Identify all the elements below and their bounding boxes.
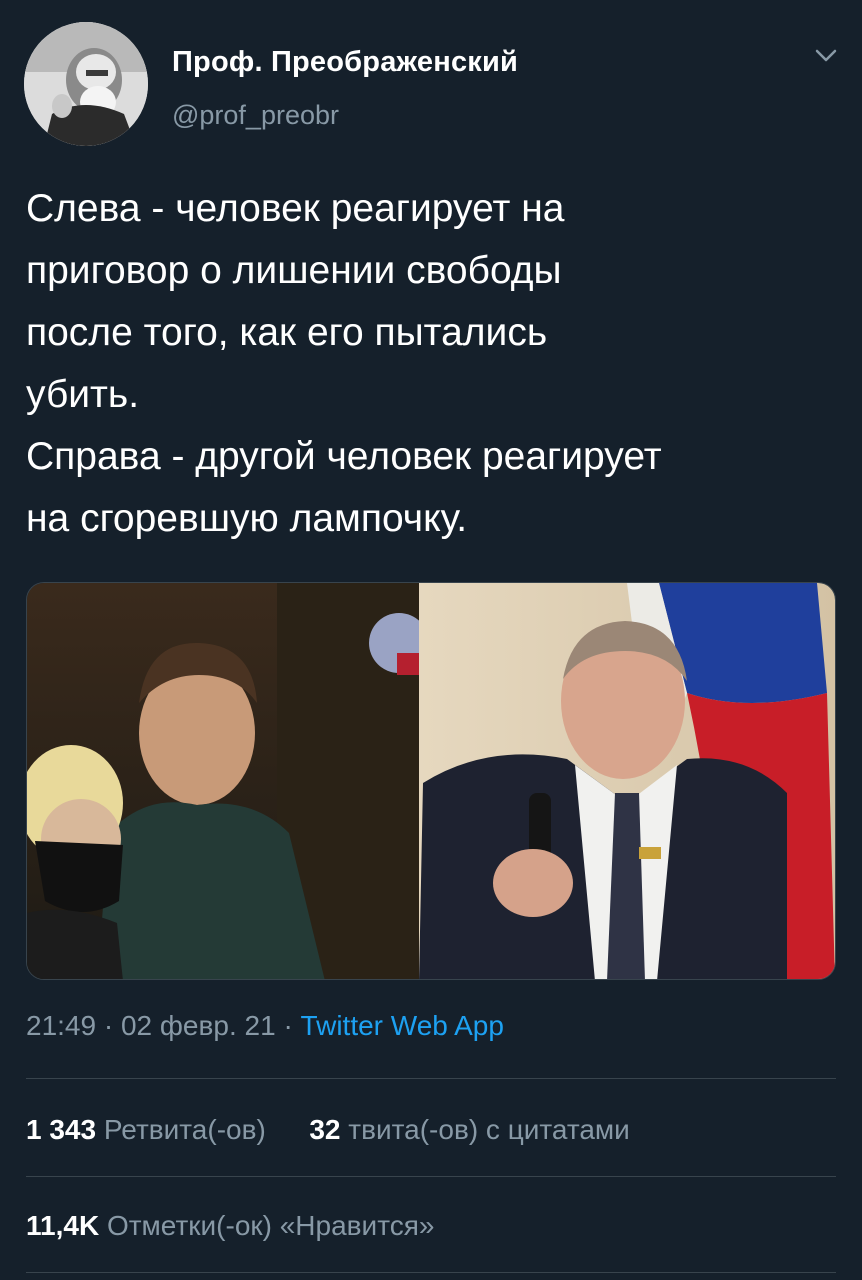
chevron-down-icon[interactable] bbox=[808, 38, 844, 74]
tweet-text: Слева - человек реагирует на приговор о … bbox=[26, 178, 836, 550]
retweet-stats: 1 343 Ретвита(-ов) 32 твита(-ов) с цитат… bbox=[26, 1114, 630, 1146]
tweet-time[interactable]: 21:49 bbox=[26, 1010, 96, 1041]
likes-label: Отметки(-ок) «Нравится» bbox=[106, 1210, 435, 1241]
retweets-label: Ретвита(-ов) bbox=[103, 1114, 266, 1145]
avatar[interactable] bbox=[24, 22, 148, 146]
tweet-text-line: убить. bbox=[26, 373, 140, 416]
source-app-link[interactable]: Twitter Web App bbox=[301, 1010, 504, 1041]
tweet-text-line: на сгоревшую лампочку. bbox=[26, 497, 468, 540]
likes-link[interactable]: 11,4K Отметки(-ок) «Нравится» bbox=[26, 1210, 434, 1241]
right-photo bbox=[419, 583, 835, 979]
retweets-link[interactable]: 1 343 Ретвита(-ов) bbox=[26, 1114, 274, 1145]
author-handle[interactable]: @prof_preobr bbox=[172, 100, 339, 131]
quotes-count: 32 bbox=[309, 1114, 341, 1145]
media-image bbox=[27, 583, 835, 979]
left-photo bbox=[27, 583, 429, 979]
retweets-count: 1 343 bbox=[26, 1114, 97, 1145]
meta-separator: · bbox=[103, 1010, 114, 1041]
divider bbox=[26, 1272, 836, 1273]
tweet-date[interactable]: 02 февр. 21 bbox=[121, 1010, 276, 1041]
meta-separator: · bbox=[283, 1010, 293, 1041]
likes-count: 11,4K bbox=[26, 1210, 100, 1241]
tweet-text-line: приговор о лишении свободы bbox=[26, 249, 562, 292]
like-stats: 11,4K Отметки(-ок) «Нравится» bbox=[26, 1210, 434, 1242]
author-name[interactable]: Проф. Преображенский bbox=[172, 46, 518, 79]
tweet-header: Проф. Преображенский @prof_preobr bbox=[24, 22, 844, 146]
quotes-link[interactable]: 32 твита(-ов) с цитатами bbox=[309, 1114, 629, 1145]
tweet-media[interactable] bbox=[26, 582, 836, 980]
avatar-photo bbox=[24, 22, 148, 146]
divider bbox=[26, 1176, 836, 1177]
divider bbox=[26, 1078, 836, 1079]
quotes-label: твита(-ов) с цитатами bbox=[348, 1114, 630, 1145]
tweet-text-line: после того, как его пытались bbox=[26, 311, 548, 354]
tweet-text-line: Справа - другой человек реагирует bbox=[26, 435, 662, 478]
tweet-text-line: Слева - человек реагирует на bbox=[26, 187, 565, 230]
tweet-meta: 21:49 · 02 февр. 21 · Twitter Web App bbox=[26, 1010, 504, 1042]
